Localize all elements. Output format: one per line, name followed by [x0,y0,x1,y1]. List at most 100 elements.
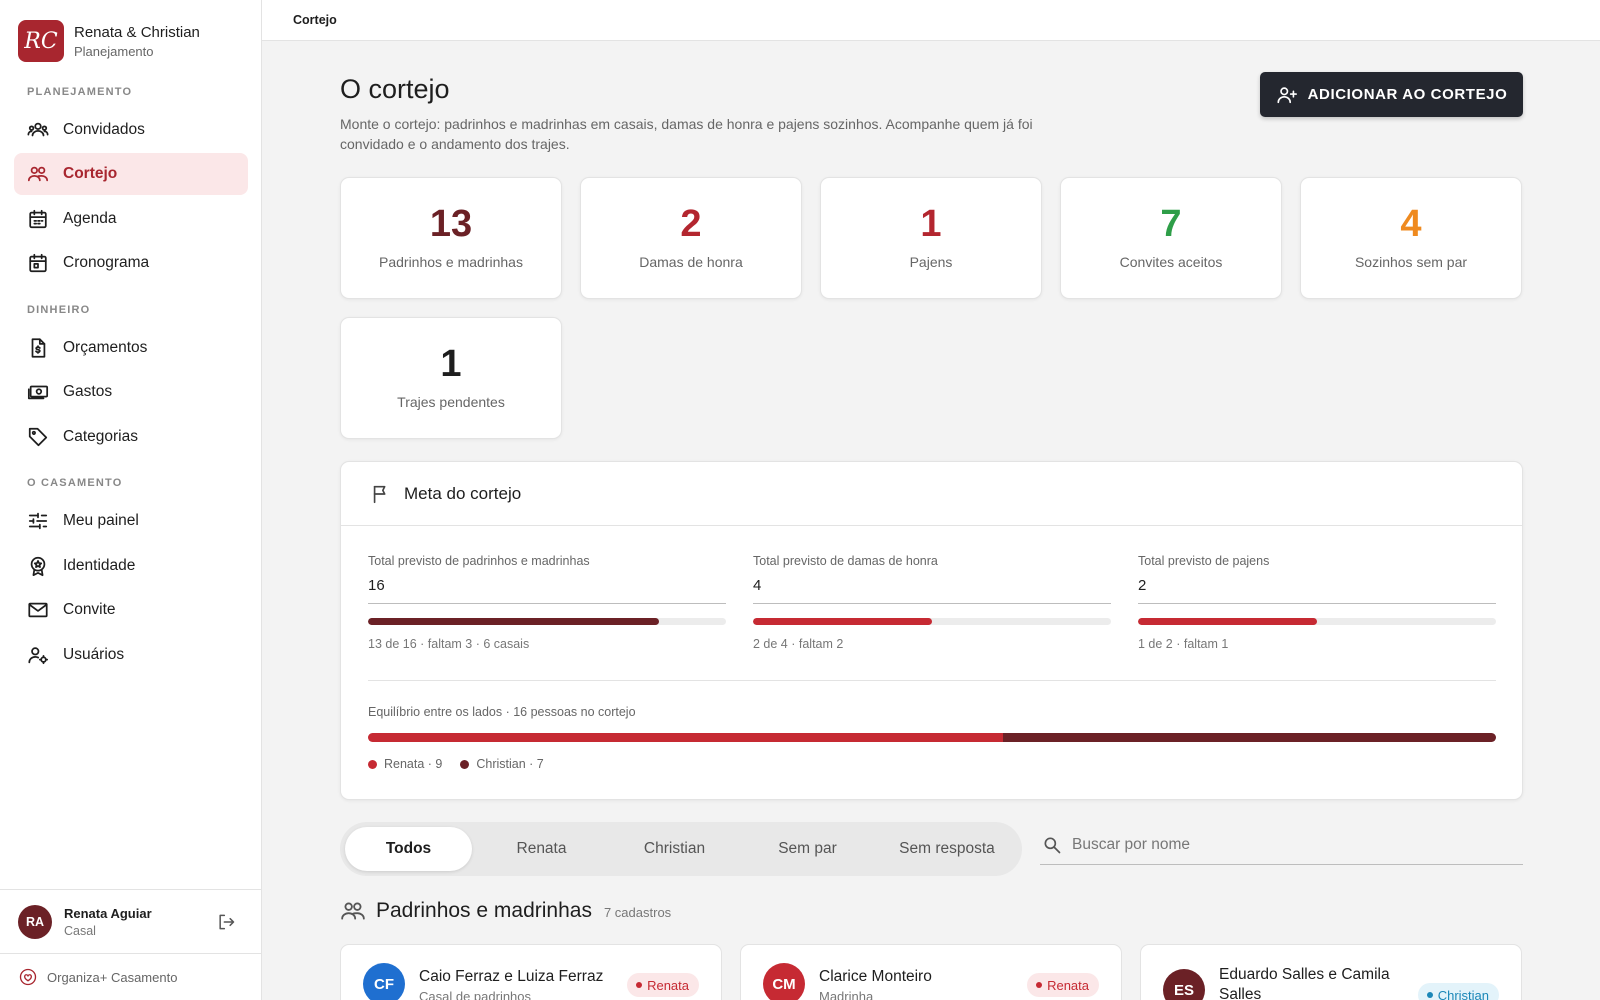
legend-item-renata: Renata · 9 [368,757,442,771]
stat-card-pajens: 1 Pajens [820,177,1042,299]
cortejo-icon [27,166,49,182]
tab-christian[interactable]: Christian [611,827,738,871]
goal-padrinhos: Total previsto de padrinhos e madrinhas … [368,554,726,651]
goal-input[interactable]: 16 [368,577,726,604]
stat-value: 4 [1400,203,1422,245]
sidebar-item-identidade[interactable]: Identidade [14,545,248,587]
sidebar-item-label: Categorias [63,428,138,445]
divider [368,680,1496,681]
person-card[interactable]: ES Eduardo Salles e Camila Salles Christ… [1140,944,1522,1000]
goal-note: 1 de 2 · faltam 1 [1138,637,1229,651]
mail-icon [28,602,48,618]
logout-button[interactable] [216,912,236,932]
goal-progress-fill [753,618,932,625]
stat-label: Padrinhos e madrinhas [379,254,523,270]
brand-logo: RC [18,20,64,62]
goal-progress-fill [1138,618,1317,625]
budget-icon [31,338,46,358]
nav-section-o-casamento: O CASAMENTO [27,477,123,489]
section-header: Padrinhos e madrinhas 7 cadastros [340,898,671,924]
goal-progress-bar [368,618,726,625]
meta-title: Meta do cortejo [404,483,522,503]
sidebar-item-label: Gastos [63,383,113,400]
person-card[interactable]: CF Caio Ferraz e Luiza Ferraz Casal de p… [340,944,722,1000]
schedule-icon [29,253,47,273]
avatar: CM [763,963,805,1000]
page-description: Monte o cortejo: padrinhos e madrinhas e… [340,116,1033,152]
stat-value: 7 [1160,203,1182,245]
tab-sem-resposta[interactable]: Sem resposta [877,827,1017,871]
people-icon [27,122,49,137]
brand-subtitle: Planejamento [74,43,154,59]
stat-card-sozinhos: 4 Sozinhos sem par [1300,177,1522,299]
sidebar-item-cortejo[interactable]: Cortejo [14,153,248,195]
filter-tabs: Todos Renata Christian Sem par Sem respo… [340,822,1022,876]
stat-value: 13 [429,203,473,245]
balance-bar [368,733,1496,742]
person-role: Madrinha [819,989,874,1000]
add-user-icon [1277,86,1297,103]
breadcrumb: Cortejo [293,13,337,27]
goal-label: Total previsto de padrinhos e madrinhas [368,554,590,568]
balance-segment-christian [1002,733,1496,742]
stat-label: Trajes pendentes [397,394,505,410]
legend-dot [460,759,470,769]
tag-icon [28,427,48,447]
page-title: O cortejo [340,74,450,104]
person-name: Eduardo Salles e Camila Salles [1219,966,1390,1000]
brand[interactable]: RC Renata & Christian Planejamento [18,20,200,62]
goal-damas: Total previsto de damas de honra 4 2 de … [753,554,1111,651]
goal-progress-bar [753,618,1111,625]
goal-input[interactable]: 2 [1138,577,1496,604]
tab-renata[interactable]: Renata [478,827,605,871]
tab-sem-par[interactable]: Sem par [744,827,871,871]
stat-label: Sozinhos sem par [1354,254,1468,270]
section-title: Padrinhos e madrinhas [376,899,592,922]
goal-input[interactable]: 4 [753,577,1111,604]
sidebar-item-convidados[interactable]: Convidados [14,109,248,151]
balance-segment-renata [368,733,1003,742]
side-badge: Renata [627,973,699,997]
sidebar-item-label: Agenda [63,210,117,227]
legend-label: Christian · 7 [476,757,544,771]
nav-section-dinheiro: DINHEIRO [27,304,91,316]
user-settings-icon [28,647,49,665]
tab-todos[interactable]: Todos [345,827,472,871]
logout-icon [219,914,235,930]
sidebar-item-cronograma[interactable]: Cronograma [14,242,248,284]
stat-label: Damas de honra [639,254,743,270]
sidebar-item-label: Meu painel [63,512,139,529]
legend-dot [368,759,377,769]
sidebar: RC Renata & Christian Planejamento PLANE… [0,0,262,1000]
sidebar-item-label: Usuários [63,646,125,663]
sidebar-item-categorias[interactable]: Categorias [14,416,248,458]
sidebar-item-orcamentos[interactable]: Orçamentos [14,327,248,369]
balance-label: Equilíbrio entre os lados · 16 pessoas n… [368,705,636,719]
goal-pajens: Total previsto de pajens 2 1 de 2 · falt… [1138,554,1496,651]
sidebar-item-gastos[interactable]: Gastos [14,371,248,413]
search-input[interactable] [1072,835,1492,854]
sidebar-item-agenda[interactable]: Agenda [14,198,248,240]
sliders-icon [28,512,48,530]
meta-header: Meta do cortejo [341,462,1522,526]
cortejo-icon [341,902,365,920]
goal-label: Total previsto de damas de honra [753,554,938,568]
heart-icon [19,968,37,986]
person-card[interactable]: CM Clarice Monteiro Madrinha Renata [740,944,1122,1000]
calendar-icon [29,209,47,229]
sidebar-item-meu-painel[interactable]: Meu painel [14,500,248,542]
person-role: Casal de padrinhos [419,989,532,1000]
sidebar-item-label: Convidados [63,121,145,138]
stat-value: 1 [440,343,462,385]
stat-card-padrinhos: 13 Padrinhos e madrinhas [340,177,562,299]
sidebar-item-label: Cortejo [63,165,118,182]
add-to-cortejo-button[interactable]: ADICIONAR AO CORTEJO [1260,72,1523,117]
sidebar-item-usuarios[interactable]: Usuários [14,634,248,676]
meta-card: Meta do cortejo Total previsto de padrin… [340,461,1523,800]
avatar: ES [1163,969,1205,1000]
sidebar-item-convite[interactable]: Convite [14,589,248,631]
stat-value: 2 [680,203,702,245]
legend-item-christian: Christian · 7 [460,757,544,771]
stat-card-damas: 2 Damas de honra [580,177,802,299]
search-icon [1044,837,1061,853]
